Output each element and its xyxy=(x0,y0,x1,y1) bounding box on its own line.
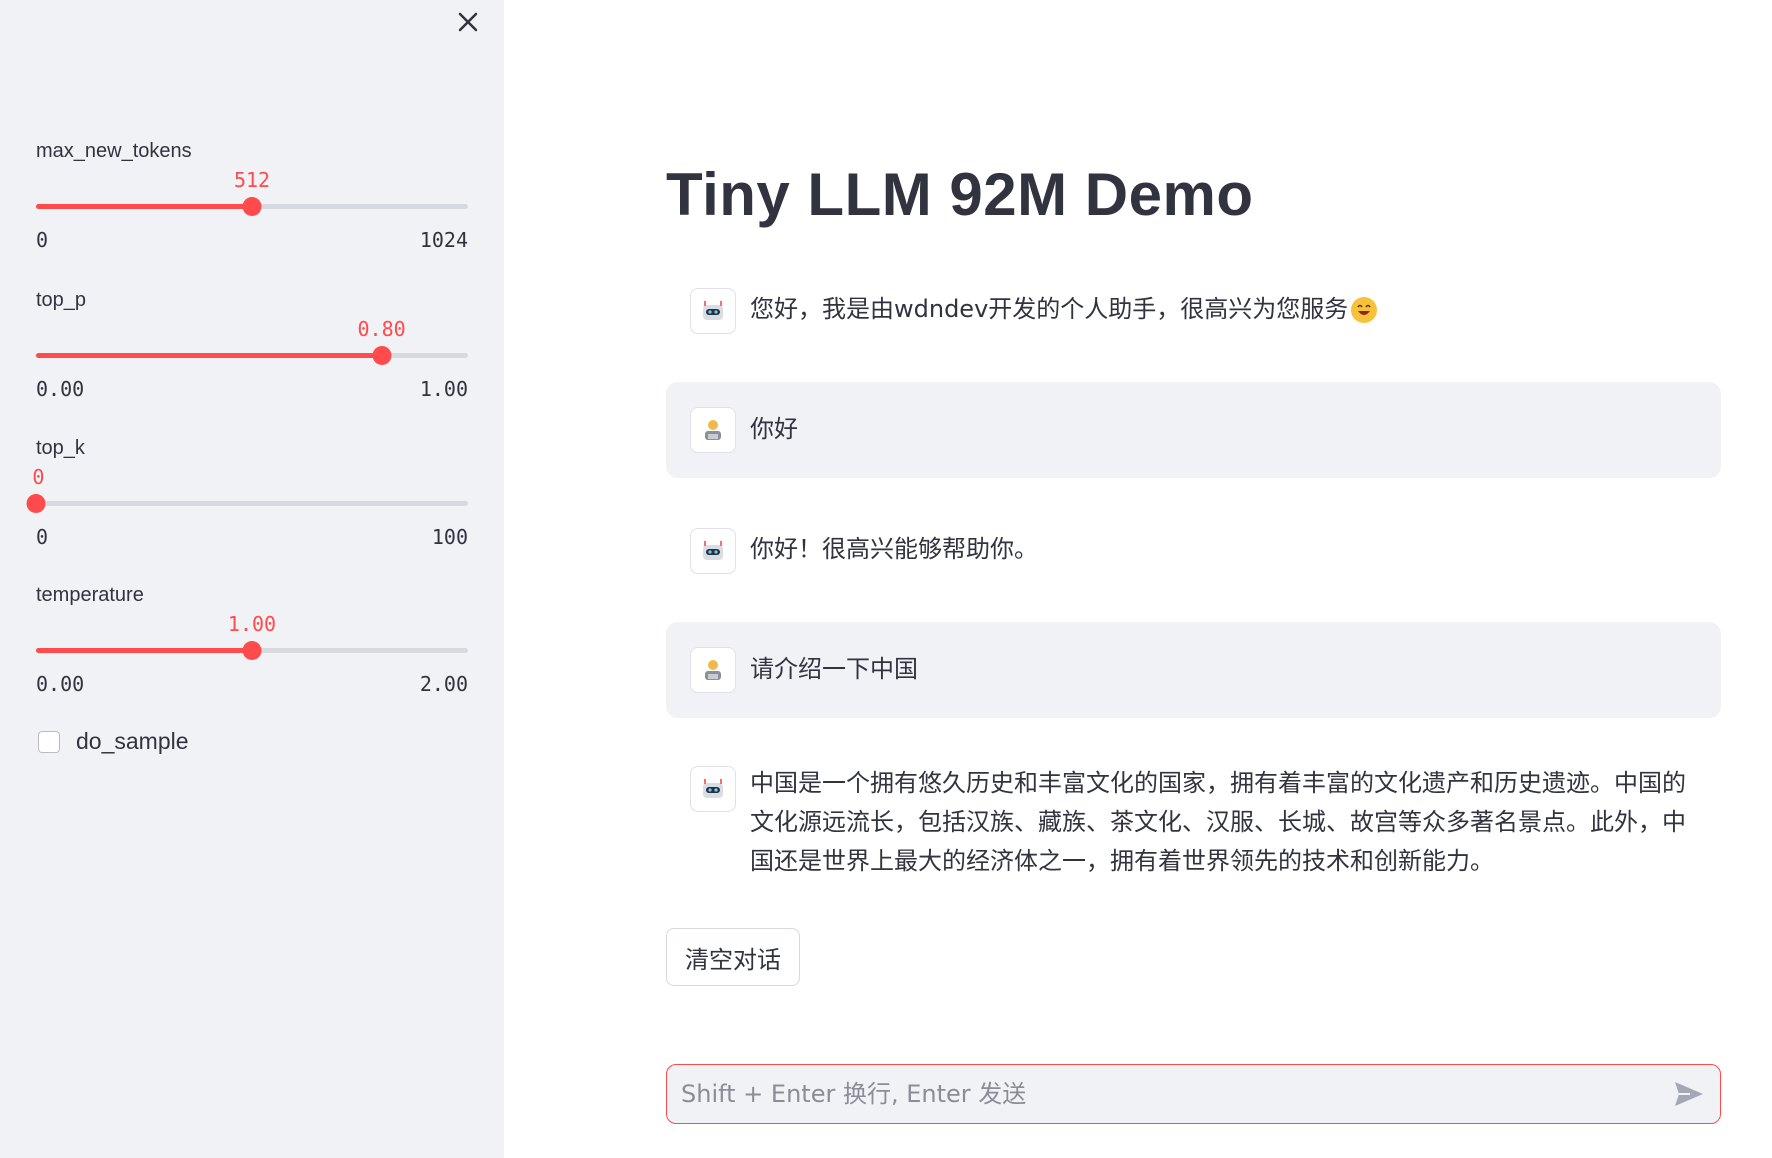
slider-max: 2.00 xyxy=(419,672,468,696)
slider-value: 0 xyxy=(32,465,45,489)
chat-message-assistant: 您好，我是由wdndev开发的个人助手，很高兴为您服务 xyxy=(666,270,1721,350)
robot-avatar-icon xyxy=(690,528,736,574)
message-text: 中国是一个拥有悠久历史和丰富文化的国家，拥有着丰富的文化遗产和历史遗迹。中国的文… xyxy=(750,769,1686,875)
slider-min: 0.00 xyxy=(36,672,85,696)
send-icon xyxy=(1675,1082,1703,1106)
slider-max: 100 xyxy=(431,525,468,549)
close-sidebar-button[interactable] xyxy=(454,8,482,36)
slider-min: 0.00 xyxy=(36,377,85,401)
slider-value: 512 xyxy=(233,168,271,192)
slider-top-p: top_p 0.80 0.00 1.00 xyxy=(36,289,468,409)
robot-avatar-icon xyxy=(690,288,736,334)
slider-min: 0 xyxy=(36,228,49,252)
chat-input-container xyxy=(666,1064,1721,1124)
slider-track[interactable] xyxy=(36,641,468,660)
chat-message-assistant: 中国是一个拥有悠久历史和丰富文化的国家，拥有着丰富的文化遗产和历史遗迹。中国的文… xyxy=(666,750,1721,890)
message-body: 您好，我是由wdndev开发的个人助手，很高兴为您服务 xyxy=(750,295,1349,323)
slider-max-new-tokens: max_new_tokens 512 0 1024 xyxy=(36,140,468,260)
slider-min: 0 xyxy=(36,525,49,549)
chat-input[interactable] xyxy=(679,1073,1643,1115)
grinning-face-emoji-icon xyxy=(1351,297,1378,323)
slider-fill xyxy=(36,353,382,358)
user-avatar-icon xyxy=(690,407,736,453)
message-text: 你好 xyxy=(750,415,798,443)
slider-thumb[interactable] xyxy=(242,641,262,660)
clear-chat-button[interactable]: 清空对话 xyxy=(666,928,800,986)
slider-temperature: temperature 1.00 0.00 2.00 xyxy=(36,584,468,704)
slider-value: 0.80 xyxy=(357,317,406,341)
slider-label: top_k xyxy=(36,437,85,459)
message-text: 请介绍一下中国 xyxy=(750,655,918,683)
checkbox-box[interactable] xyxy=(38,730,60,753)
slider-track[interactable] xyxy=(36,197,468,216)
message-text: 你好！很高兴能够帮助你。 xyxy=(750,535,1038,563)
page-title: Tiny LLM 92M Demo xyxy=(666,161,1254,228)
slider-label: max_new_tokens xyxy=(36,140,192,162)
do-sample-checkbox[interactable]: do_sample xyxy=(38,728,189,755)
message-text: 您好，我是由wdndev开发的个人助手，很高兴为您服务 xyxy=(750,290,1709,329)
slider-value: 1.00 xyxy=(227,612,277,636)
send-button[interactable] xyxy=(1672,1079,1706,1109)
chat-message-assistant: 你好！很高兴能够帮助你。 xyxy=(666,510,1721,590)
slider-thumb[interactable] xyxy=(242,197,262,216)
slider-thumb[interactable] xyxy=(372,346,392,365)
slider-label: temperature xyxy=(36,584,144,606)
close-icon xyxy=(458,12,478,32)
chat-message-user: 请介绍一下中国 xyxy=(666,622,1721,718)
slider-top-k: top_k 0 0 100 xyxy=(26,437,468,557)
slider-fill xyxy=(36,204,252,209)
checkbox-label: do_sample xyxy=(76,728,189,754)
user-avatar-icon xyxy=(690,647,736,693)
slider-label: top_p xyxy=(36,289,87,311)
slider-max: 1.00 xyxy=(419,377,468,401)
slider-track[interactable] xyxy=(26,494,468,513)
slider-max: 1024 xyxy=(419,228,468,252)
slider-thumb[interactable] xyxy=(26,494,46,513)
slider-fill xyxy=(36,648,252,653)
robot-avatar-icon xyxy=(690,766,736,812)
sidebar: max_new_tokens 512 0 1024 top_p 0.80 0.0… xyxy=(0,0,504,1158)
slider-track[interactable] xyxy=(36,346,468,365)
chat-message-user: 你好 xyxy=(666,382,1721,478)
main-content: Tiny LLM 92M Demo 您好，我是由wdndev开发的个人助手，很高… xyxy=(504,0,1772,1158)
